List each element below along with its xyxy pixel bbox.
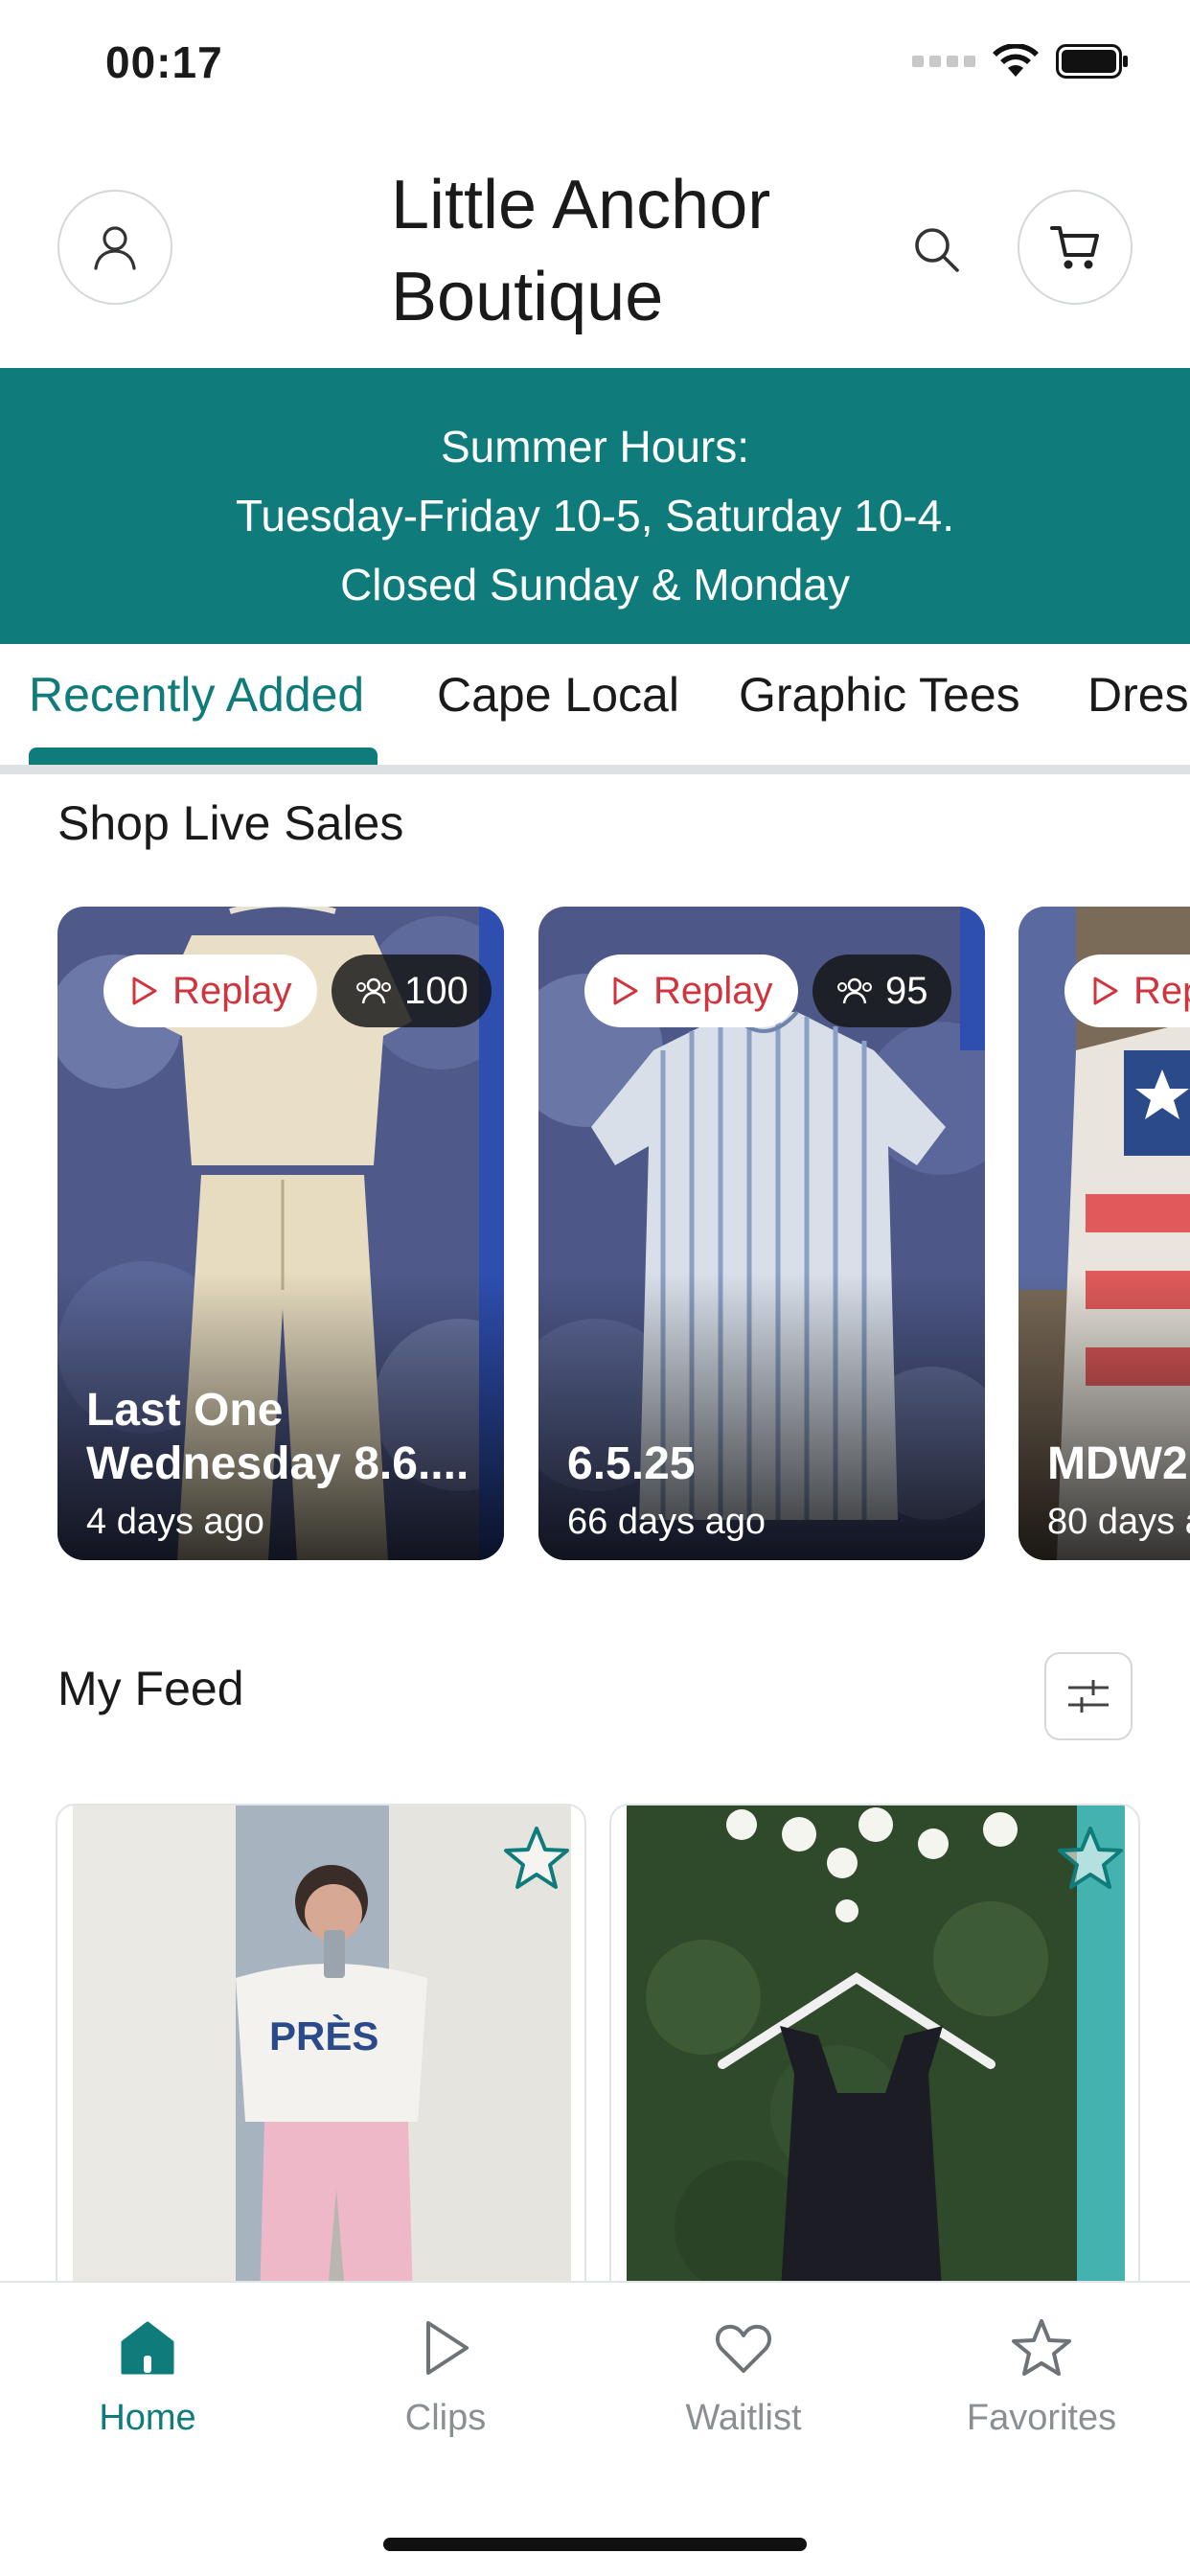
status-bar: 00:17 [0, 0, 1190, 125]
favorite-star-icon[interactable] [1052, 1821, 1129, 1898]
replay-badge[interactable]: Replay [103, 954, 317, 1027]
play-icon [613, 977, 638, 1005]
tab-recently-added[interactable]: Recently Added [29, 667, 364, 723]
status-icons [912, 44, 1129, 79]
search-icon [915, 228, 959, 272]
feed-item-card[interactable]: PRÈS [56, 1804, 586, 2302]
heart-icon [715, 2324, 772, 2373]
home-indicator [383, 2538, 807, 2551]
cart-button[interactable] [1018, 190, 1133, 305]
search-button[interactable] [905, 218, 967, 280]
feed-item-image [627, 1806, 1125, 2300]
tab-cape-local[interactable]: Cape Local [437, 667, 679, 723]
nav-label: Home [99, 2398, 196, 2438]
nav-label: Waitlist [685, 2398, 802, 2438]
viewer-count: 95 [885, 969, 928, 1012]
active-tab-indicator [29, 748, 378, 765]
nav-favorites[interactable]: Favorites [927, 2317, 1156, 2439]
live-sales-carousel[interactable]: Replay 100 Last One Wednesday 8.6.... 4 … [0, 907, 1190, 1562]
bottom-navigation: Home Clips Waitlist Favorites [0, 2281, 1190, 2576]
live-sale-card[interactable]: Rep MDW2 80 days a [1018, 907, 1190, 1560]
tab-dresses[interactable]: Dres [1087, 667, 1189, 723]
live-sale-age: 4 days ago [86, 1502, 264, 1542]
banner-line: Closed Sunday & Monday [340, 560, 850, 610]
feed-filter-button[interactable] [1044, 1652, 1133, 1740]
nav-waitlist[interactable]: Waitlist [629, 2317, 858, 2439]
replay-label: Replay [172, 969, 292, 1012]
feed-item-card[interactable] [609, 1804, 1140, 2302]
live-sale-card[interactable]: Replay 95 6.5.25 66 days ago [538, 907, 985, 1560]
live-sale-title: 6.5.25 [567, 1438, 696, 1489]
viewer-count-badge: 95 [812, 954, 951, 1027]
viewers-icon [837, 978, 872, 1004]
user-icon [94, 226, 136, 270]
play-icon [426, 2321, 469, 2375]
nav-label: Favorites [966, 2398, 1117, 2438]
store-title-line1: Little Anchor [391, 167, 771, 243]
replay-badge[interactable]: Rep [1064, 954, 1190, 1027]
play-icon [132, 977, 157, 1005]
feed-title: My Feed [57, 1662, 244, 1715]
app-header: Little Anchor Boutique [0, 153, 1190, 364]
announcement-banner: Summer Hours: Tuesday-Friday 10-5, Satur… [0, 368, 1190, 644]
cart-icon [1050, 226, 1099, 269]
favorite-star-icon[interactable] [498, 1821, 575, 1898]
feed-item-image: PRÈS [73, 1806, 571, 2300]
live-sales-title: Shop Live Sales [57, 796, 404, 850]
live-sale-title: MDW2 [1047, 1438, 1188, 1489]
banner-line: Tuesday-Friday 10-5, Saturday 10-4. [236, 491, 954, 540]
nav-clips[interactable]: Clips [331, 2317, 561, 2439]
signal-icon [912, 56, 975, 67]
viewer-count-badge: 100 [332, 954, 492, 1027]
store-title: Little Anchor Boutique [391, 159, 870, 343]
banner-line: Summer Hours: [440, 422, 750, 472]
store-title-line2: Boutique [391, 259, 664, 335]
live-sale-age: 80 days a [1047, 1502, 1190, 1542]
category-tabs: Recently Added Cape Local Graphic Tees D… [0, 644, 1190, 774]
nav-home[interactable]: Home [33, 2317, 263, 2439]
nav-label: Clips [404, 2398, 487, 2438]
sliders-icon [1068, 1680, 1109, 1713]
svg-text:PRÈS: PRÈS [269, 2013, 378, 2058]
replay-badge[interactable]: Replay [584, 954, 798, 1027]
battery-icon [1056, 44, 1128, 79]
live-sale-title: Last One Wednesday 8.6.... [86, 1385, 469, 1489]
viewers-icon [356, 978, 391, 1004]
viewer-count: 100 [404, 969, 469, 1012]
status-time: 00:17 [105, 37, 223, 87]
home-icon [121, 2321, 174, 2375]
tab-graphic-tees[interactable]: Graphic Tees [739, 667, 1020, 723]
play-icon [1093, 977, 1118, 1005]
replay-label: Rep [1133, 969, 1190, 1012]
profile-button[interactable] [57, 190, 172, 305]
wifi-icon [993, 44, 1039, 77]
live-sale-age: 66 days ago [567, 1502, 767, 1542]
live-sale-card[interactable]: Replay 100 Last One Wednesday 8.6.... 4 … [57, 907, 504, 1560]
replay-label: Replay [653, 969, 773, 1012]
star-icon [1012, 2319, 1071, 2376]
